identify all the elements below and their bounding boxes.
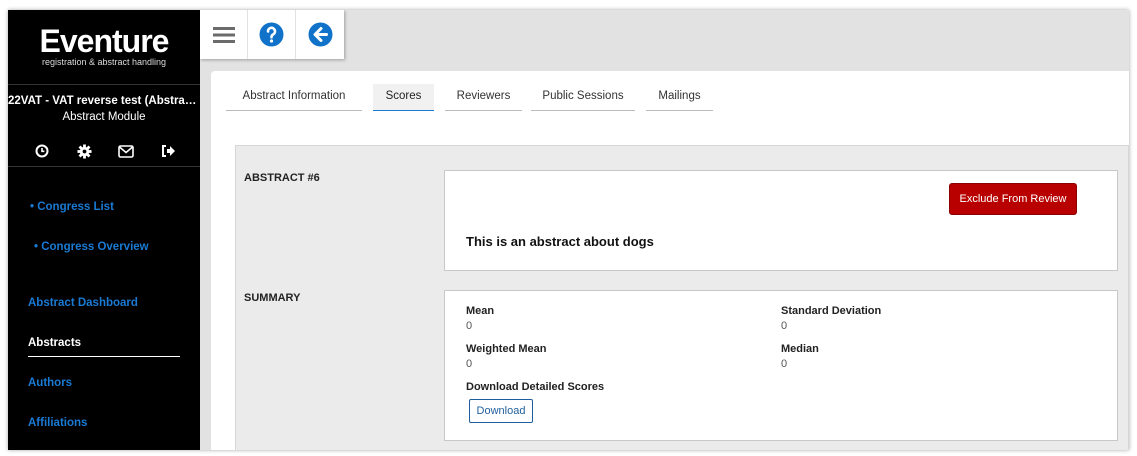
download-button[interactable]: Download (469, 399, 533, 423)
exclude-from-review-button[interactable]: Exclude From Review (949, 183, 1077, 215)
mean-label: Mean (466, 305, 495, 317)
abstract-heading: ABSTRACT #6 (244, 172, 320, 184)
sidebar-divider (8, 84, 200, 85)
history-icon[interactable] (30, 139, 54, 163)
median-label: Median (781, 343, 819, 355)
sidebar-item-abstracts[interactable]: Abstracts (28, 337, 81, 349)
summary-heading: SUMMARY (244, 292, 301, 304)
tab-mailings[interactable]: Mailings (646, 84, 713, 111)
gear-icon[interactable] (72, 139, 96, 163)
mean-value: 0 (466, 320, 473, 332)
logo-subtitle: registration & abstract handling (41, 57, 167, 67)
median-value: 0 (781, 358, 788, 370)
menu-icon (212, 26, 235, 43)
tab-scores[interactable]: Scores (373, 84, 434, 111)
back-button[interactable] (296, 10, 344, 59)
logout-icon[interactable] (156, 139, 180, 163)
tab-public-sessions[interactable]: Public Sessions (531, 84, 635, 111)
menu-button[interactable] (200, 10, 248, 59)
eventure-logo[interactable]: Eventure registration & abstract handlin… (8, 24, 200, 67)
abstract-text: This is an abstract about dogs (466, 234, 654, 249)
tab-abstract-information[interactable]: Abstract Information (226, 84, 362, 111)
congress-name: 22VAT - VAT reverse test (Abstract Modul… (8, 95, 200, 107)
help-button[interactable] (248, 10, 296, 59)
weighted-mean-label: Weighted Mean (466, 343, 547, 355)
sidebar-icon-row (30, 139, 180, 163)
mail-icon[interactable] (114, 139, 138, 163)
sidebar-divider (8, 166, 200, 167)
download-scores-label: Download Detailed Scores (466, 381, 605, 393)
app-window: Eventure registration & abstract handlin… (8, 10, 1129, 450)
back-arrow-icon (308, 22, 332, 47)
std-dev-label: Standard Deviation (781, 305, 882, 317)
module-name: Abstract Module (62, 111, 146, 123)
std-dev-value: 0 (781, 320, 788, 332)
active-item-underline (28, 356, 180, 357)
sidebar-item-authors[interactable]: Authors (28, 377, 72, 389)
logo-title: Eventure (39, 23, 170, 59)
tab-reviewers[interactable]: Reviewers (445, 84, 522, 111)
abstract-box: Exclude From Review This is an abstract … (444, 170, 1118, 271)
summary-box: Mean 0 Standard Deviation 0 Weighted Mea… (444, 290, 1118, 441)
main-content: Abstract Information Scores Reviewers Pu… (211, 71, 1129, 450)
sidebar-item-abstract-dashboard[interactable]: Abstract Dashboard (28, 297, 138, 309)
sidebar-item-congress-overview[interactable]: • Congress Overview (34, 241, 149, 253)
sidebar: Eventure registration & abstract handlin… (8, 10, 200, 450)
top-toolbar (200, 10, 344, 59)
weighted-mean-value: 0 (466, 358, 473, 370)
help-icon (259, 22, 284, 47)
sidebar-item-congress-list[interactable]: • Congress List (30, 201, 114, 213)
scores-panel: ABSTRACT #6 Exclude From Review This is … (235, 145, 1129, 450)
sidebar-item-affiliations[interactable]: Affiliations (28, 417, 87, 429)
